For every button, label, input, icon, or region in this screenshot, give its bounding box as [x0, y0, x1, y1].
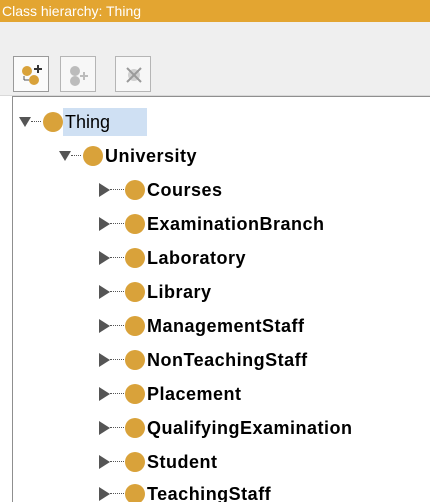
tree-node-university[interactable]: University — [13, 139, 430, 173]
expand-toggle-icon[interactable] — [99, 217, 110, 231]
class-icon — [125, 180, 145, 200]
tree-node-label: NonTeachingStaff — [147, 350, 308, 370]
tree-node-label: Laboratory — [147, 248, 247, 268]
class-icon — [125, 384, 145, 404]
tree-node-thing[interactable]: Thing — [13, 105, 430, 139]
class-tree: Thing University Courses ExaminationBran… — [12, 96, 430, 502]
expand-toggle-icon[interactable] — [99, 487, 110, 501]
class-icon — [125, 350, 145, 370]
class-icon — [125, 214, 145, 234]
panel-title: Class hierarchy: Thing — [0, 0, 430, 22]
tree-node-student[interactable]: Student — [13, 445, 430, 479]
expand-toggle-icon[interactable] — [99, 421, 110, 435]
tree-connector — [110, 257, 124, 258]
class-icon — [125, 452, 145, 472]
tree-node-managementstaff[interactable]: ManagementStaff — [13, 309, 430, 343]
tree-node-label: ManagementStaff — [147, 316, 305, 336]
tree-connector — [110, 291, 124, 292]
tree-node-examinationbranch[interactable]: ExaminationBranch — [13, 207, 430, 241]
tree-node-label: ExaminationBranch — [147, 214, 325, 234]
class-icon — [83, 146, 103, 166]
delete-class-icon — [126, 67, 142, 83]
tree-node-label: Courses — [147, 180, 223, 200]
tree-node-label: Student — [147, 452, 218, 472]
tree-connector — [110, 493, 124, 494]
tree-connector — [110, 325, 124, 326]
tree-node-teachingstaff[interactable]: TeachingStaff — [13, 477, 430, 502]
tree-node-library[interactable]: Library — [13, 275, 430, 309]
class-icon — [125, 316, 145, 336]
class-hierarchy-panel: Class hierarchy: Thing Thing University … — [0, 0, 430, 502]
expand-toggle-icon[interactable] — [99, 353, 110, 367]
class-icon — [125, 418, 145, 438]
tree-connector — [110, 223, 124, 224]
expand-toggle-icon[interactable] — [99, 387, 110, 401]
tree-node-label: Placement — [147, 384, 242, 404]
class-icon — [43, 112, 63, 132]
tree-node-label: Library — [147, 282, 212, 302]
expand-toggle-icon[interactable] — [99, 251, 110, 265]
tree-node-nonteachingstaff[interactable]: NonTeachingStaff — [13, 343, 430, 377]
tree-node-label: University — [105, 146, 198, 166]
tree-node-label: Thing — [65, 112, 111, 132]
expand-toggle-icon[interactable] — [19, 117, 31, 127]
add-sibling-class-button[interactable] — [60, 56, 96, 92]
tree-connector — [110, 359, 124, 360]
tree-node-label: TeachingStaff — [147, 484, 272, 502]
tree-node-courses[interactable]: Courses — [13, 173, 430, 207]
add-subclass-icon — [22, 65, 42, 85]
add-subclass-button[interactable] — [13, 56, 49, 92]
class-icon — [125, 248, 145, 268]
tree-connector — [110, 393, 124, 394]
add-sibling-class-icon — [70, 66, 88, 86]
delete-class-button[interactable] — [115, 56, 151, 92]
tree-node-laboratory[interactable]: Laboratory — [13, 241, 430, 275]
expand-toggle-icon[interactable] — [99, 183, 110, 197]
class-hierarchy-toolbar — [0, 22, 430, 96]
expand-toggle-icon[interactable] — [99, 285, 110, 299]
tree-connector — [110, 189, 124, 190]
expand-toggle-icon[interactable] — [99, 319, 110, 333]
tree-node-placement[interactable]: Placement — [13, 377, 430, 411]
tree-node-label: QualifyingExamination — [147, 418, 353, 438]
class-icon — [125, 484, 145, 502]
tree-connector — [110, 427, 124, 428]
tree-connector — [71, 155, 81, 156]
expand-toggle-icon[interactable] — [59, 151, 71, 161]
tree-connector — [31, 121, 41, 122]
tree-node-qualifyingexamination[interactable]: QualifyingExamination — [13, 411, 430, 445]
tree-connector — [110, 461, 124, 462]
expand-toggle-icon[interactable] — [99, 455, 110, 469]
class-icon — [125, 282, 145, 302]
